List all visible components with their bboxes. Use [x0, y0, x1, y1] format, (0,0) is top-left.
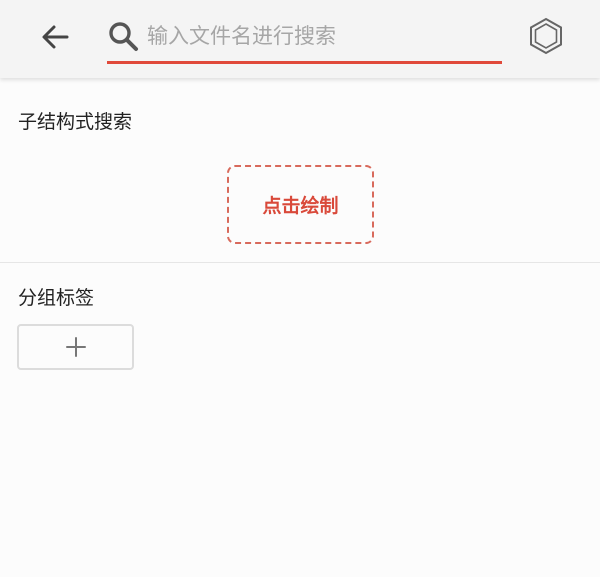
plus-icon — [65, 337, 86, 357]
draw-structure-button[interactable]: 点击绘制 — [227, 165, 374, 244]
search-input[interactable] — [147, 17, 497, 55]
group-tags-title: 分组标签 — [18, 287, 95, 309]
arrow-left-icon — [42, 25, 69, 49]
search-bar — [107, 14, 502, 64]
back-button[interactable] — [34, 16, 76, 58]
section-divider — [0, 262, 600, 263]
search-icon — [109, 22, 138, 51]
add-tag-button[interactable] — [17, 324, 134, 370]
draw-structure-label: 点击绘制 — [262, 195, 339, 217]
structure-search-title: 子结构式搜索 — [18, 111, 133, 133]
structure-draw-button[interactable] — [524, 14, 568, 58]
hexagon-icon — [530, 17, 562, 55]
top-bar — [0, 0, 600, 78]
